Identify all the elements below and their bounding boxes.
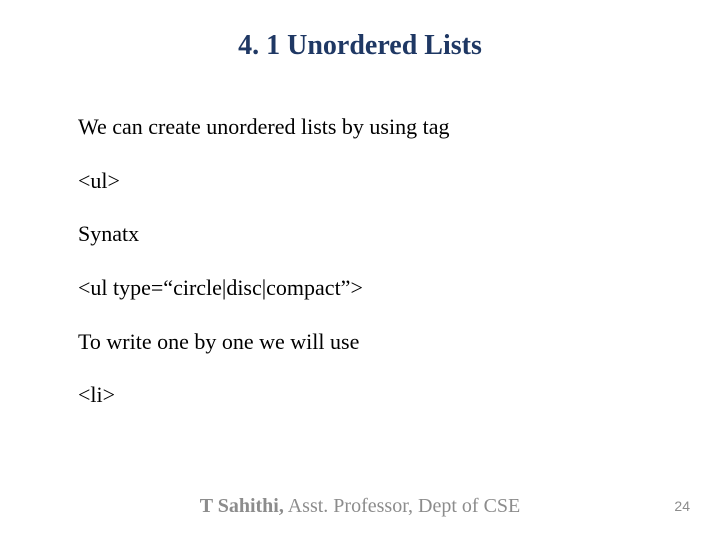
footer-role: Asst. Professor, Dept of CSE (284, 495, 520, 517)
body-line-6: <li> (78, 380, 642, 410)
page-number: 24 (674, 498, 690, 514)
slide-body: We can create unordered lists by using t… (78, 112, 642, 434)
slide: 4. 1 Unordered Lists We can create unord… (0, 0, 720, 540)
body-line-4: <ul type=“circle|disc|compact”> (78, 273, 642, 303)
slide-title: 4. 1 Unordered Lists (0, 30, 720, 62)
footer-credit: T Sahithi, Asst. Professor, Dept of CSE (0, 495, 720, 518)
body-line-5: To write one by one we will use (78, 327, 642, 357)
body-line-1: We can create unordered lists by using t… (78, 112, 642, 142)
footer-name: T Sahithi, (200, 495, 284, 517)
body-line-3: Synatx (78, 219, 642, 249)
body-line-2: <ul> (78, 166, 642, 196)
